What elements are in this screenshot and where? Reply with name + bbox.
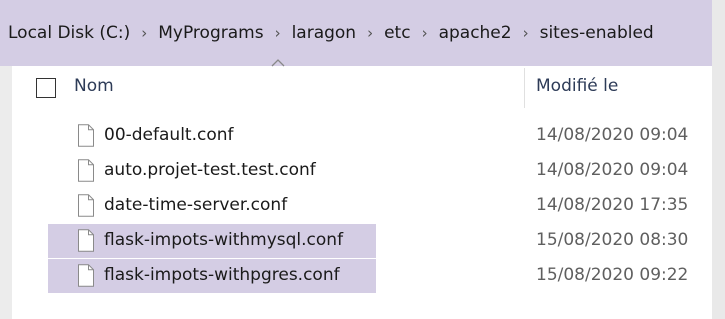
file-name[interactable]: 00-default.conf bbox=[104, 125, 234, 145]
file-row[interactable]: 00-default.conf 14/08/2020 09:04 bbox=[0, 119, 712, 153]
breadcrumb-item-laragon[interactable]: laragon bbox=[292, 23, 357, 43]
column-header-modified[interactable]: Modifié le bbox=[536, 76, 618, 96]
breadcrumb-item-etc[interactable]: etc bbox=[384, 23, 410, 43]
breadcrumb-item-local-disk[interactable]: Local Disk (C:) bbox=[8, 23, 130, 43]
file-name[interactable]: flask-impots-withpgres.conf bbox=[104, 265, 340, 285]
file-modified-date: 14/08/2020 09:04 bbox=[536, 160, 689, 180]
file-name[interactable]: flask-impots-withmysql.conf bbox=[104, 230, 343, 250]
file-row[interactable]: flask-impots-withpgres.conf 15/08/2020 09… bbox=[0, 259, 712, 293]
chevron-right-icon[interactable]: › bbox=[411, 24, 439, 42]
file-row[interactable]: date-time-server.conf 14/08/2020 17:35 bbox=[0, 189, 712, 223]
file-icon bbox=[78, 264, 94, 287]
file-row[interactable]: auto.projet-test.test.conf 14/08/2020 09:… bbox=[0, 154, 712, 188]
sort-ascending-icon bbox=[271, 59, 285, 67]
file-icon bbox=[78, 194, 94, 217]
chevron-right-icon[interactable]: › bbox=[356, 24, 384, 42]
breadcrumb-item-sites-enabled[interactable]: sites-enabled bbox=[540, 23, 654, 43]
breadcrumb-item-apache2[interactable]: apache2 bbox=[439, 23, 512, 43]
file-row[interactable]: flask-impots-withmysql.conf 15/08/2020 08… bbox=[0, 224, 712, 258]
column-header-name[interactable]: Nom bbox=[74, 76, 114, 96]
file-modified-date: 15/08/2020 08:30 bbox=[536, 230, 689, 250]
file-icon bbox=[78, 159, 94, 182]
file-name[interactable]: auto.projet-test.test.conf bbox=[104, 160, 316, 180]
file-icon bbox=[78, 229, 94, 252]
breadcrumb[interactable]: Local Disk (C:) › MyPrograms › laragon ›… bbox=[0, 0, 712, 66]
file-name[interactable]: date-time-server.conf bbox=[104, 195, 287, 215]
file-modified-date: 14/08/2020 17:35 bbox=[536, 195, 689, 215]
file-icon bbox=[78, 124, 94, 147]
column-divider[interactable] bbox=[524, 68, 525, 108]
column-header-row: Nom Modifié le bbox=[12, 68, 712, 108]
chevron-right-icon[interactable]: › bbox=[130, 24, 158, 42]
chevron-right-icon[interactable]: › bbox=[512, 24, 540, 42]
chevron-right-icon[interactable]: › bbox=[264, 24, 292, 42]
file-modified-date: 15/08/2020 09:22 bbox=[536, 265, 689, 285]
select-all-checkbox[interactable] bbox=[36, 78, 56, 98]
breadcrumb-item-myprograms[interactable]: MyPrograms bbox=[158, 23, 263, 43]
file-modified-date: 14/08/2020 09:04 bbox=[536, 125, 689, 145]
vertical-scrollbar[interactable] bbox=[712, 0, 725, 319]
